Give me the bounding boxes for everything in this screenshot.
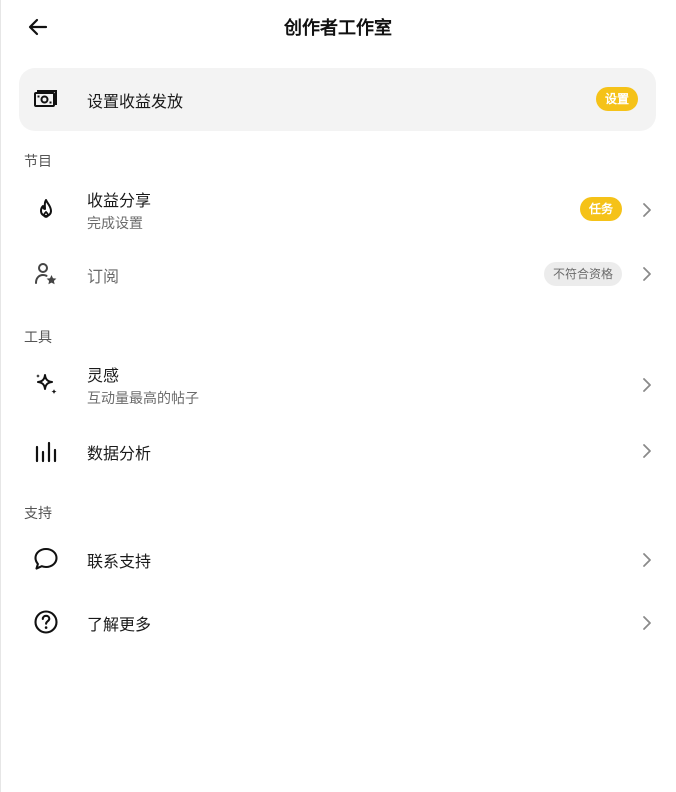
list-item-inspiration[interactable]: 灵感 互动量最高的帖子 <box>0 353 676 417</box>
list-item-learn-more[interactable]: 了解更多 <box>0 593 676 651</box>
list-item-analytics[interactable]: 数据分析 <box>0 421 676 479</box>
setup-payout-card[interactable]: 设置收益发放 设置 <box>19 68 656 131</box>
chevron-right-icon <box>640 442 654 460</box>
inspiration-sublabel: 互动量最高的帖子 <box>87 391 199 407</box>
chevron-right-icon <box>640 265 654 283</box>
money-icon <box>31 84 61 114</box>
analytics-label: 数据分析 <box>87 444 152 463</box>
inspiration-label: 灵感 <box>87 366 120 385</box>
chat-bubble-icon <box>31 544 61 574</box>
help-circle-icon <box>31 607 61 637</box>
setup-badge[interactable]: 设置 <box>595 87 638 111</box>
revenue-share-label: 收益分享 <box>87 191 152 210</box>
section-title-tools: 工具 <box>24 330 52 346</box>
list-item-contact-support[interactable]: 联系支持 <box>0 530 676 588</box>
learn-more-label: 了解更多 <box>87 615 152 634</box>
chevron-right-icon <box>640 376 654 394</box>
top-app-bar: 创作者工作室 <box>0 0 676 54</box>
chevron-right-icon <box>640 551 654 569</box>
list-item-revenue-share[interactable]: 收益分享 完成设置 任务 <box>0 178 676 242</box>
bar-chart-icon <box>31 436 61 466</box>
user-star-icon <box>31 259 61 289</box>
list-item-subscriptions[interactable]: 订阅 不符合资格 <box>0 245 676 301</box>
chevron-right-icon <box>640 201 654 219</box>
revenue-share-sublabel: 完成设置 <box>87 216 143 232</box>
ineligible-badge: 不符合资格 <box>543 262 622 286</box>
page-title: 创作者工作室 <box>284 18 392 39</box>
chevron-right-icon <box>640 614 654 632</box>
flame-icon <box>31 195 61 225</box>
setup-payout-label: 设置收益发放 <box>87 92 184 111</box>
section-title-program: 节目 <box>24 154 52 170</box>
contact-support-label: 联系支持 <box>87 552 152 571</box>
sparkle-icon <box>31 370 61 400</box>
section-title-support: 支持 <box>24 506 52 522</box>
task-badge: 任务 <box>579 197 622 221</box>
subscriptions-label: 订阅 <box>87 267 120 286</box>
